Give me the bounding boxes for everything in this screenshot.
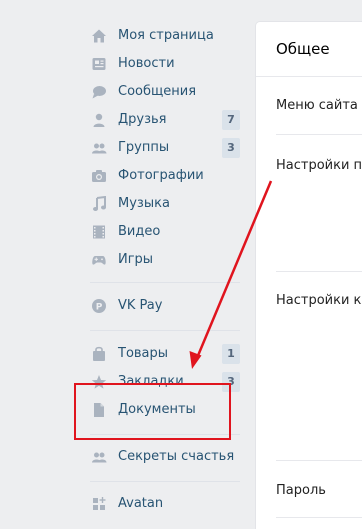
sidebar-item-label: Игры [118,252,154,267]
goods-count-badge: 1 [222,344,240,364]
settings-row-site-menu[interactable]: Меню сайта [276,98,358,113]
apps-icon [90,495,108,513]
bag-icon [90,345,108,363]
video-icon [90,223,108,241]
settings-divider [276,134,362,135]
settings-divider [276,517,362,518]
sidebar-item-label: Группы [118,140,170,155]
sidebar-item-label: VK Pay [118,298,163,313]
sidebar-item-label: Друзья [118,112,167,127]
sidebar-item-goods[interactable]: Товары 1 [85,340,245,368]
home-icon [90,27,108,45]
sidebar-item-label: Новости [118,56,175,71]
messages-icon [90,83,108,101]
sidebar-item-friends[interactable]: Друзья 7 [85,106,245,134]
settings-row-profile[interactable]: Настройки про [276,158,362,173]
sidebar-item-messages[interactable]: Сообщения [85,78,245,106]
sidebar-item-label: Avatan [118,496,164,511]
sidebar-item-secrets-of-happiness[interactable]: Секреты счастья [85,443,245,471]
sidebar-item-label: Сообщения [118,84,197,99]
sidebar-item-games[interactable]: Игры [85,246,245,274]
settings-divider [276,460,362,461]
sidebar-divider [90,481,240,482]
music-icon [90,195,108,213]
sidebar-item-label: Секреты счастья [118,449,235,464]
sidebar-item-groups[interactable]: Группы 3 [85,134,245,162]
highlight-box [74,383,231,440]
groups-count-badge: 3 [222,138,240,158]
svg-text:P: P [96,302,103,312]
sidebar-item-video[interactable]: Видео [85,218,245,246]
sidebar-item-label: Фотографии [118,168,204,183]
sidebar-item-news[interactable]: Новости [85,50,245,78]
settings-tab-general[interactable]: Общее [276,40,330,58]
sidebar-item-music[interactable]: Музыка [85,190,245,218]
sidebar-divider [90,330,240,331]
news-icon [90,55,108,73]
sidebar-item-my-page[interactable]: Моя страница [85,22,245,50]
sidebar-item-photos[interactable]: Фотографии [85,162,245,190]
sidebar-item-label: Товары [118,346,169,361]
groups-icon [90,139,108,157]
gamepad-icon [90,251,108,269]
sidebar-item-label: Видео [118,224,161,239]
vkpay-icon: P [90,297,108,315]
sidebar-item-avatan[interactable]: Avatan [85,490,245,518]
sidebar-item-label: Музыка [118,196,170,211]
settings-divider [276,271,362,272]
camera-icon [90,167,108,185]
sidebar-item-label: Моя страница [118,28,214,43]
friends-count-badge: 7 [222,110,240,130]
settings-header: Общее [256,22,362,77]
sidebar-divider [90,282,240,283]
settings-row-content[interactable]: Настройки ко [276,293,362,308]
friend-icon [90,111,108,129]
settings-row-password[interactable]: Пароль [276,483,326,498]
friends-icon [90,448,108,466]
sidebar-item-vk-pay[interactable]: P VK Pay [85,292,245,320]
settings-panel: Общее Меню сайта Настройки про Настройки… [256,22,362,529]
